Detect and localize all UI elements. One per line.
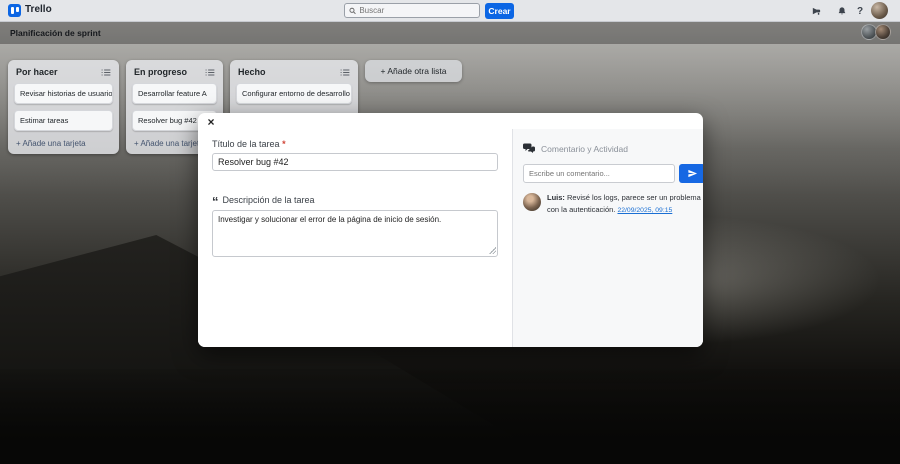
add-list-button[interactable]: + Añade otra lista	[365, 60, 462, 82]
list-menu-icon[interactable]	[101, 68, 111, 77]
board-header: Planificación de sprint	[0, 22, 900, 44]
user-avatar[interactable]	[871, 2, 888, 19]
megaphone-icon[interactable]	[808, 3, 824, 19]
list-title: En progreso	[134, 67, 187, 77]
list-por-hacer: Por hacer Revisar historias de usuario E…	[8, 60, 119, 154]
app-name: Trello	[25, 4, 52, 15]
quote-icon: “	[212, 193, 219, 206]
list-title: Hecho	[238, 67, 266, 77]
board-title: Planificación de sprint	[10, 28, 101, 38]
paper-plane-icon	[687, 168, 698, 179]
task-detail-modal: × Título de la tarea * “ Descripción de …	[198, 113, 703, 347]
card[interactable]: Desarrollar feature A	[132, 83, 217, 104]
comment-input[interactable]	[523, 164, 675, 183]
task-title-label: Título de la tarea *	[212, 139, 498, 149]
add-card-button[interactable]: + Añade una tarjeta	[14, 137, 113, 149]
close-icon[interactable]: ×	[204, 115, 218, 129]
send-comment-button[interactable]	[679, 164, 703, 183]
card[interactable]: Revisar historias de usuario	[14, 83, 113, 104]
resize-handle[interactable]	[489, 247, 496, 254]
list-title: Por hacer	[16, 67, 58, 77]
search-box[interactable]	[344, 3, 480, 18]
create-button[interactable]: Crear	[485, 3, 514, 19]
background-photo-foreground	[0, 369, 900, 464]
task-description-textarea[interactable]: Investigar y solucionar el error de la p…	[212, 210, 498, 257]
search-input[interactable]	[359, 6, 475, 15]
list-menu-icon[interactable]	[205, 68, 215, 77]
required-asterisk: *	[282, 139, 286, 149]
trello-logo-icon	[8, 4, 21, 17]
comment-timestamp-link[interactable]: 22/09/2025, 09:15	[617, 206, 672, 216]
bell-icon[interactable]	[834, 3, 850, 19]
comment-item: Luis: Revisé los logs, parece ser un pro…	[523, 193, 703, 216]
list-menu-icon[interactable]	[340, 68, 350, 77]
task-title-input[interactable]	[212, 153, 498, 171]
card[interactable]: Configurar entorno de desarrollo	[236, 83, 352, 104]
search-icon	[349, 7, 356, 15]
card[interactable]: Estimar tareas	[14, 110, 113, 131]
activity-header: Comentario y Actividad	[523, 143, 703, 154]
activity-pane: Comentario y Actividad Luis: Revisé los …	[512, 129, 703, 347]
top-navbar: Trello Crear ?	[0, 0, 900, 22]
comment-author-avatar	[523, 193, 541, 211]
task-form-pane: Título de la tarea * “ Descripción de la…	[198, 129, 512, 347]
help-icon[interactable]: ?	[852, 3, 868, 19]
task-description-label: “ Descripción de la tarea	[212, 193, 498, 206]
comments-icon	[523, 143, 535, 154]
comment-body: Luis: Revisé los logs, parece ser un pro…	[547, 193, 703, 216]
modal-topbar: ×	[198, 113, 703, 129]
comment-author: Luis:	[547, 193, 565, 202]
